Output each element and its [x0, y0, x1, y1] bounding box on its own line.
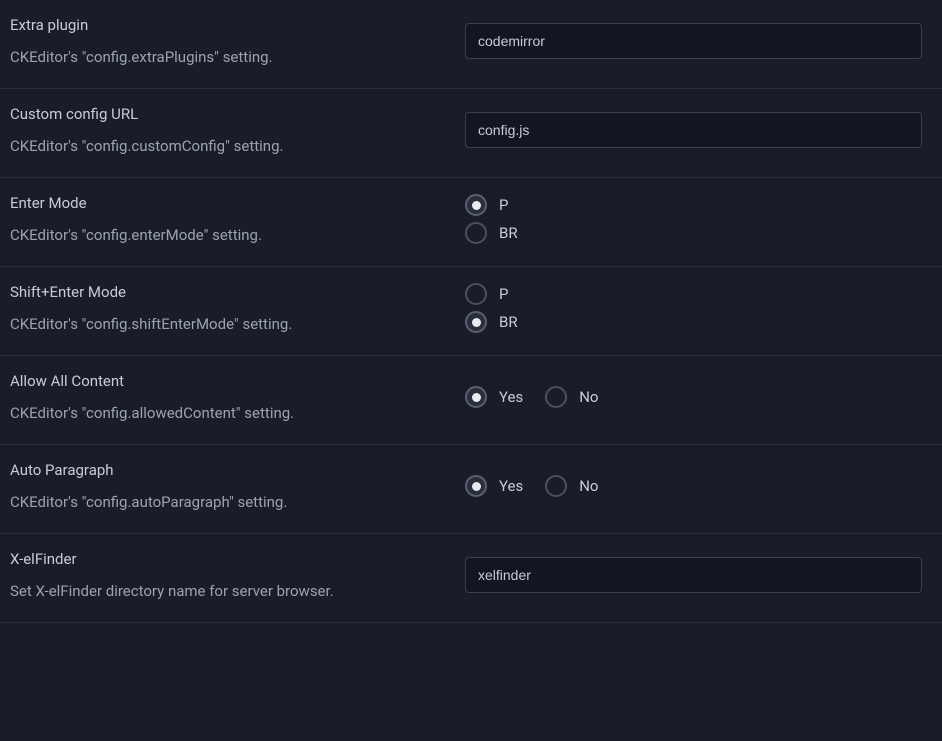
setting-input-column	[465, 112, 932, 148]
setting-title: Enter Mode	[10, 194, 455, 212]
auto-paragraph-radio-yes[interactable]: Yes	[465, 475, 523, 497]
setting-label-column: Allow All Content CKEditor's "config.all…	[10, 372, 465, 422]
setting-custom-config: Custom config URL CKEditor's "config.cus…	[0, 89, 942, 178]
radio-icon	[545, 386, 567, 408]
setting-label-column: X-elFinder Set X-elFinder directory name…	[10, 550, 465, 600]
setting-label-column: Auto Paragraph CKEditor's "config.autoPa…	[10, 461, 465, 511]
setting-label-column: Shift+Enter Mode CKEditor's "config.shif…	[10, 283, 465, 333]
setting-title: Auto Paragraph	[10, 461, 455, 479]
setting-input-column: P BR	[465, 283, 932, 333]
setting-input-column: P BR	[465, 194, 932, 244]
setting-label-column: Custom config URL CKEditor's "config.cus…	[10, 105, 465, 155]
setting-label-column: Enter Mode CKEditor's "config.enterMode"…	[10, 194, 465, 244]
radio-icon	[465, 311, 487, 333]
auto-paragraph-radio-group: Yes No	[465, 475, 922, 497]
radio-label: No	[579, 477, 598, 495]
setting-title: X-elFinder	[10, 550, 455, 568]
setting-input-column	[465, 23, 932, 59]
radio-icon	[465, 283, 487, 305]
radio-label: Yes	[499, 477, 523, 495]
radio-icon	[465, 386, 487, 408]
setting-allow-all-content: Allow All Content CKEditor's "config.all…	[0, 356, 942, 445]
setting-description: CKEditor's "config.enterMode" setting.	[10, 226, 455, 244]
radio-label: P	[499, 285, 508, 303]
setting-description: Set X-elFinder directory name for server…	[10, 582, 455, 600]
setting-extra-plugin: Extra plugin CKEditor's "config.extraPlu…	[0, 0, 942, 89]
setting-description: CKEditor's "config.extraPlugins" setting…	[10, 48, 455, 66]
enter-mode-radio-br[interactable]: BR	[465, 222, 922, 244]
setting-title: Allow All Content	[10, 372, 455, 390]
radio-icon	[465, 222, 487, 244]
setting-title: Shift+Enter Mode	[10, 283, 455, 301]
radio-label: BR	[499, 224, 518, 242]
custom-config-input[interactable]	[465, 112, 922, 148]
setting-description: CKEditor's "config.allowedContent" setti…	[10, 404, 455, 422]
auto-paragraph-radio-no[interactable]: No	[545, 475, 598, 497]
setting-input-column	[465, 557, 932, 593]
setting-description: CKEditor's "config.customConfig" setting…	[10, 137, 455, 155]
enter-mode-radio-group: P BR	[465, 194, 922, 244]
setting-title: Custom config URL	[10, 105, 455, 123]
radio-label: P	[499, 196, 508, 214]
allow-all-content-radio-no[interactable]: No	[545, 386, 598, 408]
xelfinder-input[interactable]	[465, 557, 922, 593]
shift-enter-mode-radio-br[interactable]: BR	[465, 311, 922, 333]
radio-label: No	[579, 388, 598, 406]
setting-input-column: Yes No	[465, 475, 932, 497]
radio-icon	[465, 475, 487, 497]
radio-icon	[465, 194, 487, 216]
radio-icon	[545, 475, 567, 497]
setting-label-column: Extra plugin CKEditor's "config.extraPlu…	[10, 16, 465, 66]
shift-enter-mode-radio-p[interactable]: P	[465, 283, 922, 305]
enter-mode-radio-p[interactable]: P	[465, 194, 922, 216]
setting-description: CKEditor's "config.shiftEnterMode" setti…	[10, 315, 455, 333]
allow-all-content-radio-group: Yes No	[465, 386, 922, 408]
setting-shift-enter-mode: Shift+Enter Mode CKEditor's "config.shif…	[0, 267, 942, 356]
setting-input-column: Yes No	[465, 386, 932, 408]
setting-title: Extra plugin	[10, 16, 455, 34]
setting-auto-paragraph: Auto Paragraph CKEditor's "config.autoPa…	[0, 445, 942, 534]
radio-label: Yes	[499, 388, 523, 406]
shift-enter-mode-radio-group: P BR	[465, 283, 922, 333]
setting-enter-mode: Enter Mode CKEditor's "config.enterMode"…	[0, 178, 942, 267]
allow-all-content-radio-yes[interactable]: Yes	[465, 386, 523, 408]
extra-plugin-input[interactable]	[465, 23, 922, 59]
setting-xelfinder: X-elFinder Set X-elFinder directory name…	[0, 534, 942, 623]
setting-description: CKEditor's "config.autoParagraph" settin…	[10, 493, 455, 511]
radio-label: BR	[499, 313, 518, 331]
